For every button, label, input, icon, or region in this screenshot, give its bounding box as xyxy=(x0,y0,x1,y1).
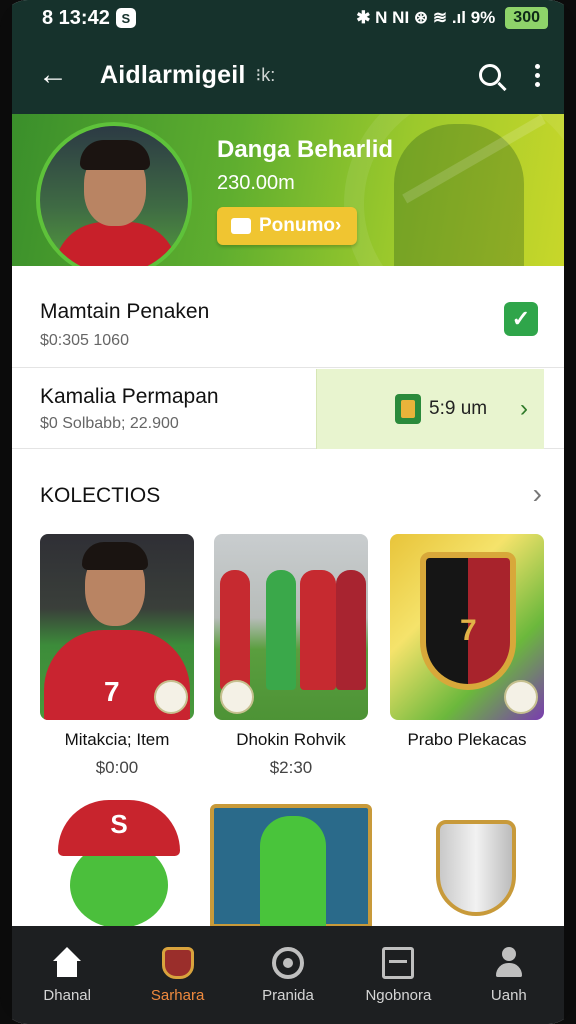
collection-item-title: Prabo Plekacas xyxy=(407,730,527,749)
app-notification-icon: S xyxy=(115,8,136,28)
nav-label: Dhanal xyxy=(43,986,91,1004)
bottom-navigation: Dhanal Sarhara Pranida Ngobnora Uanh xyxy=(12,926,564,1024)
player-avatar[interactable] xyxy=(36,122,192,266)
collection-item-trophy[interactable] xyxy=(424,810,522,924)
back-arrow-icon[interactable]: ← xyxy=(38,58,78,92)
row-title: Mamtain Penaken xyxy=(40,300,210,323)
club-badge-icon xyxy=(504,680,538,714)
nav-item-list[interactable]: Ngobnora xyxy=(343,926,453,1024)
collection-item-price: $2:30 xyxy=(269,758,313,777)
red-cap: S xyxy=(58,800,180,856)
list-item-kamalia[interactable]: Kamalia Permapan $0 Solbabb; 22.900 5:9 … xyxy=(12,369,564,449)
player-figure xyxy=(336,570,366,690)
status-bar: 8 13:42 S ✱ N NI ⊛ ≋ .ıl 9% 300 xyxy=(12,0,564,36)
nav-label: Ngobnora xyxy=(365,986,432,1004)
row-subtitle: $0 Solbabb; 22.900 xyxy=(40,415,179,432)
status-icons: ✱ N NI ⊛ ≋ .ıl 9% 300 xyxy=(356,7,548,29)
player-figure xyxy=(220,570,250,690)
chevron-right-icon: › xyxy=(520,395,528,422)
jersey-number: 7 xyxy=(104,676,120,707)
verified-check-icon: ✓ xyxy=(504,302,538,336)
status-icons-text: ✱ N NI ⊛ ≋ .ıl 9% xyxy=(356,8,496,27)
search-icon[interactable] xyxy=(479,64,501,86)
promo-button-label: Ponumo› xyxy=(259,215,342,236)
nav-label: Sarhara xyxy=(150,986,205,1004)
app-bar-actions xyxy=(479,63,540,87)
avatar-hair xyxy=(80,140,150,170)
player-name: Danga Beharlid xyxy=(217,136,394,163)
app-bar: ← Aidlarmigeil ⁝k: xyxy=(12,36,564,114)
more-options-icon[interactable] xyxy=(535,63,540,87)
collection-item-title: Mitakcia; Item xyxy=(64,730,170,749)
collection-card-match[interactable] xyxy=(214,534,368,720)
app-screen: 8 13:42 S ✱ N NI ⊛ ≋ .ıl 9% 300 ← Aidlar… xyxy=(12,0,564,1024)
nav-item-shop[interactable]: Sarhara xyxy=(122,926,232,1024)
collections-title: KOLECTIOS xyxy=(40,484,161,507)
list-icon xyxy=(382,946,415,979)
collection-item-cap-figure[interactable]: S xyxy=(58,800,180,928)
nav-item-home[interactable]: Dhanal xyxy=(12,926,122,1024)
player-figure xyxy=(300,570,336,690)
user-icon xyxy=(493,946,525,979)
collection-item-title: Dhokin Rohvik xyxy=(236,730,346,749)
battery-level: 300 xyxy=(513,9,540,26)
profile-hero: Danga Beharlid 230.00m Ponumo› xyxy=(12,114,564,266)
collections-more-chevron-icon[interactable]: › xyxy=(533,478,542,510)
list-item-mamtain[interactable]: Mamtain Penaken $0:305 1060 ✓ xyxy=(12,266,564,368)
home-icon xyxy=(51,946,83,979)
collection-item-hero-card[interactable] xyxy=(210,804,372,932)
shop-icon xyxy=(161,946,194,979)
club-badge-icon xyxy=(220,680,254,714)
crest-number: 7 xyxy=(460,614,477,647)
player-figure-goalkeeper xyxy=(266,570,296,690)
green-hero-figure xyxy=(260,816,326,932)
app-title: Aidlarmigeil xyxy=(100,60,246,89)
player-hair xyxy=(82,542,148,570)
promo-button[interactable]: Ponumo› xyxy=(217,207,357,245)
row-subtitle: $0:305 1060 xyxy=(40,332,129,349)
status-time: 8 13:42 xyxy=(42,6,110,29)
avatar-shirt xyxy=(54,222,178,266)
club-badge-icon xyxy=(154,680,188,714)
offer-button[interactable]: 5:9 um › xyxy=(316,369,544,449)
status-time-group: 8 13:42 S xyxy=(42,7,136,30)
collection-card-player[interactable]: 7 xyxy=(40,534,194,720)
app-title-tag: ⁝k: xyxy=(255,64,276,85)
coin-icon xyxy=(395,394,421,424)
target-icon xyxy=(272,946,305,979)
row-title: Kamalia Permapan xyxy=(40,385,219,408)
device-frame: 8 13:42 S ✱ N NI ⊛ ≋ .ıl 9% 300 ← Aidlar… xyxy=(0,0,576,1024)
nav-item-profile[interactable]: Uanh xyxy=(454,926,564,1024)
player-value: 230.00m xyxy=(217,172,295,194)
ticket-icon xyxy=(231,218,251,234)
battery-icon: 300 xyxy=(505,7,548,29)
offer-text: 5:9 um xyxy=(429,398,488,419)
collection-card-crest[interactable]: 7 xyxy=(390,534,544,720)
collection-item-price: $0:00 xyxy=(95,758,139,777)
nav-label: Pranida xyxy=(262,986,314,1004)
nav-label: Uanh xyxy=(490,986,527,1004)
trophy-icon xyxy=(436,820,516,916)
nav-item-target[interactable]: Pranida xyxy=(233,926,343,1024)
